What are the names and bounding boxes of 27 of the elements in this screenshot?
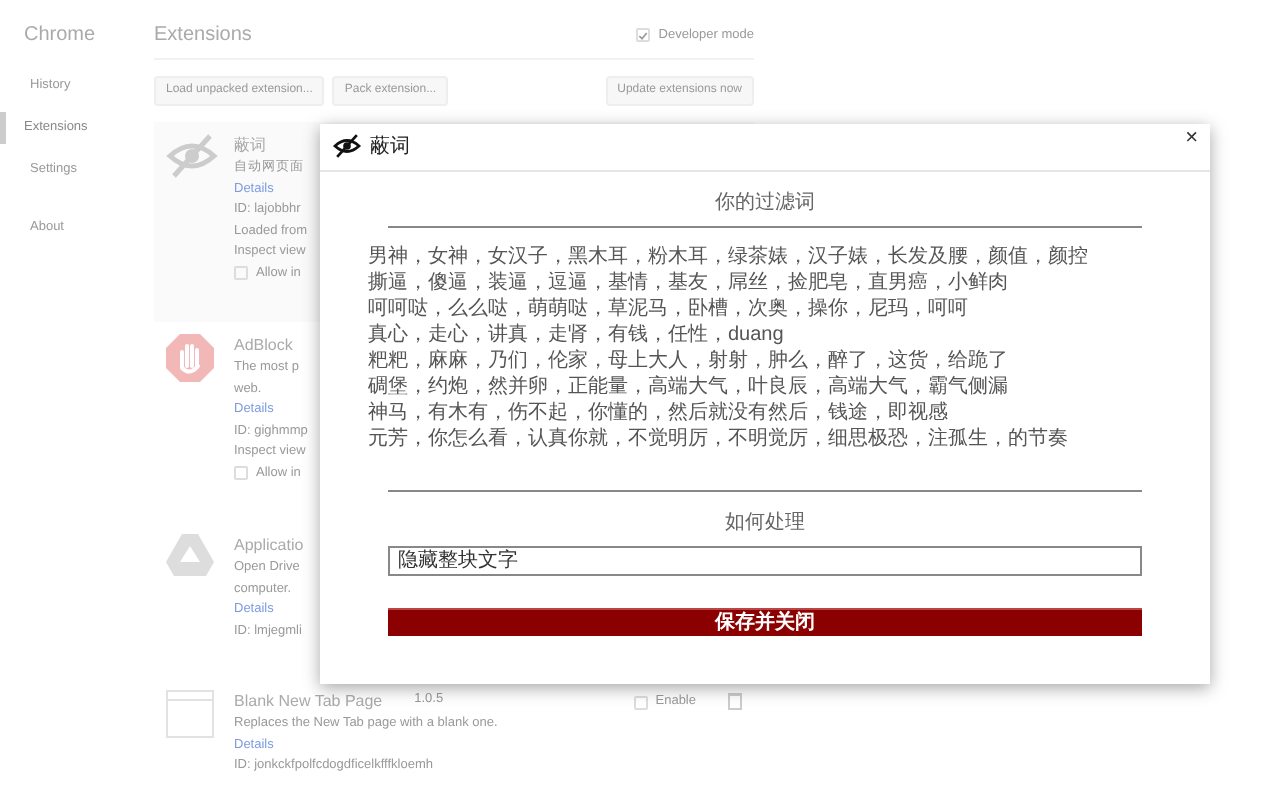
blank-page-icon <box>166 690 214 738</box>
filter-word-line: 真心，走心，讲真，走肾，有钱，任性，duang <box>368 322 786 348</box>
filter-word-line: 撕逼，傻逼，装逼，逗逼，基情，基友，屌丝，捡肥皂，直男癌，小鲜肉 <box>368 270 1010 296</box>
drive-triangle-icon <box>166 534 214 578</box>
eye-slash-icon <box>166 134 218 178</box>
section-heading: 你的过滤词 <box>713 189 817 218</box>
filter-word-line: 呵呵哒，么么哒，萌萌哒，草泥马，卧槽，次奥，操你，尼玛，呵呵 <box>368 296 970 322</box>
filter-word-line: 男神，女神，女汉子，黑木耳，粉木耳，绿茶婊，汉子婊，长发及腰，颜值，颜控 <box>368 244 1090 270</box>
save-button[interactable]: 保存并关闭 <box>388 608 1142 636</box>
dialog-title: 蔽词 <box>370 133 410 162</box>
trash-icon[interactable] <box>728 691 742 710</box>
filter-word-line: 粑粑，麻麻，乃们，伦家，母上大人，射射，肿么，醉了，这货，给跪了 <box>368 348 1010 374</box>
filter-word-line: 碉堡，约炮，然并卵，正能量，高端大气，叶良辰，高端大气，霸气侧漏 <box>368 374 1010 400</box>
extension-name: Blank New Tab Page <box>234 690 383 714</box>
filter-word-line: 元芳，你怎么看，认真你就，不觉明厉，不明觉厉，细思极恐，注孤生，的节奏 <box>368 426 1070 452</box>
close-button[interactable]: × <box>1185 128 1198 150</box>
app-title: Chrome <box>22 22 98 50</box>
extension-name: Applicatio <box>234 534 304 558</box>
checkbox[interactable] <box>636 28 651 42</box>
section-heading: 如何处理 <box>723 509 807 538</box>
extension-name: AdBlock <box>234 334 293 358</box>
text-input[interactable]: 隐藏整块文字 <box>388 546 1142 576</box>
filter-word-line: 神马，有木有，伤不起，你懂的，然后就没有然后，钱途，即视感 <box>368 400 950 426</box>
stop-hand-icon <box>166 334 214 382</box>
page-title: Extensions <box>154 22 252 50</box>
eye-slash-icon <box>332 134 362 159</box>
extension-name: 蔽词 <box>234 134 266 158</box>
